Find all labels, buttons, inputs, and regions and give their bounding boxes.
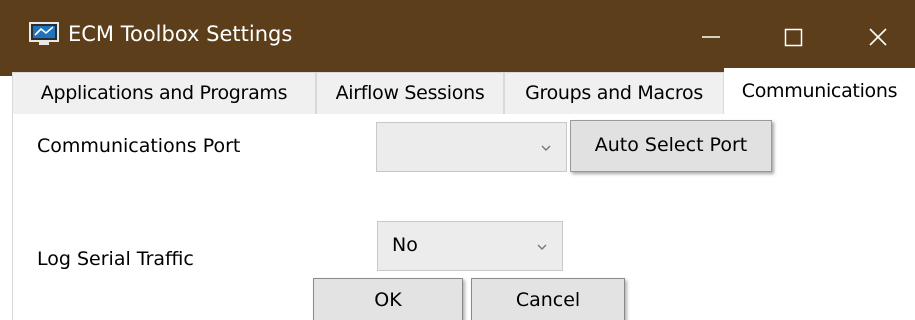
close-icon <box>869 28 887 46</box>
settings-window: ECM Toolbox Settings Applications and Pr… <box>0 0 915 320</box>
auto-select-port-button[interactable]: Auto Select Port <box>570 120 772 172</box>
communications-port-dropdown[interactable] <box>376 122 567 172</box>
minimize-icon <box>702 36 720 38</box>
chevron-down-icon <box>537 244 547 250</box>
chevron-down-icon <box>541 145 551 151</box>
tab-communications[interactable]: Communications <box>724 68 915 115</box>
close-button[interactable] <box>846 0 910 72</box>
maximize-button[interactable] <box>762 0 826 72</box>
communications-port-label: Communications Port <box>37 135 241 157</box>
minimize-button[interactable] <box>678 0 742 72</box>
tab-applications-and-programs[interactable]: Applications and Programs <box>12 72 316 114</box>
maximize-icon <box>784 28 803 47</box>
computer-monitor-icon <box>29 22 59 47</box>
title-bar[interactable]: ECM Toolbox Settings <box>0 0 915 76</box>
window-title: ECM Toolbox Settings <box>68 22 293 46</box>
log-serial-traffic-label: Log Serial Traffic <box>37 248 194 270</box>
ok-button[interactable]: OK <box>313 278 463 320</box>
tab-airflow-sessions[interactable]: Airflow Sessions <box>316 72 504 114</box>
tab-strip: Applications and Programs Airflow Sessio… <box>0 68 915 115</box>
communications-panel: Communications Port Auto Select Port Log… <box>12 114 915 320</box>
cancel-button[interactable]: Cancel <box>471 278 625 320</box>
log-serial-traffic-value: No <box>392 234 418 256</box>
tab-groups-and-macros[interactable]: Groups and Macros <box>504 72 724 114</box>
log-serial-traffic-dropdown[interactable]: No <box>377 221 563 271</box>
